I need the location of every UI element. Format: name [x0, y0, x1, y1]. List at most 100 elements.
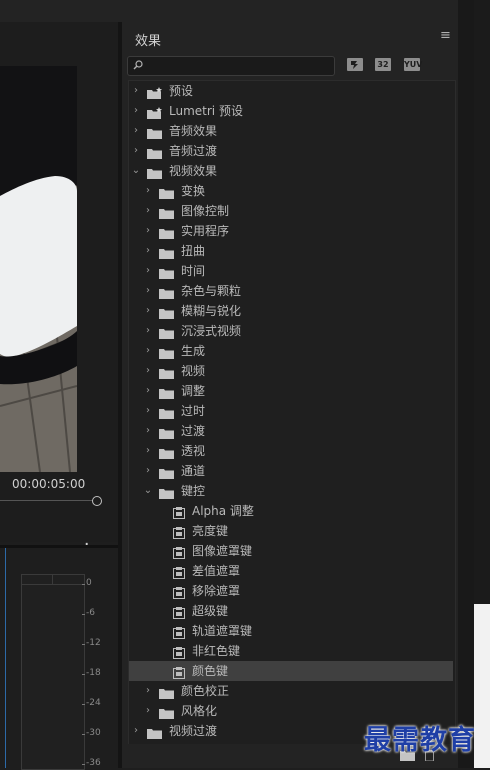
- accelerated-effects-icon[interactable]: [347, 58, 363, 71]
- chevron-right-icon[interactable]: ›: [131, 721, 141, 741]
- chevron-right-icon[interactable]: ›: [143, 261, 153, 281]
- background-area: [474, 0, 490, 768]
- folder-item[interactable]: › 音频效果: [129, 121, 453, 141]
- meter-peak-line: [22, 584, 84, 585]
- program-monitor: 00:00:05:00 +: [0, 22, 118, 556]
- 32bit-color-icon[interactable]: 32: [375, 58, 391, 71]
- tree-item-label: 实用程序: [181, 224, 230, 238]
- chevron-right-icon[interactable]: ›: [143, 341, 153, 361]
- chevron-right-icon[interactable]: ›: [143, 301, 153, 321]
- chevron-right-icon[interactable]: ›: [143, 221, 153, 241]
- folder-item[interactable]: › 过渡: [129, 421, 453, 441]
- video-frame-image: [0, 66, 77, 472]
- timeline-edge: [0, 548, 6, 768]
- tree-item-label: 过时: [181, 404, 206, 418]
- chevron-right-icon[interactable]: ›: [131, 141, 141, 161]
- folder-item[interactable]: › 音频过渡: [129, 141, 453, 161]
- tree-item-label: 颜色键: [192, 664, 229, 678]
- folder-item[interactable]: › 时间: [129, 261, 453, 281]
- effect-item[interactable]: 超级键: [129, 601, 453, 621]
- chevron-right-icon[interactable]: ›: [131, 81, 141, 101]
- tree-item-label: 轨道遮罩键: [192, 624, 253, 638]
- folder-item[interactable]: › 透视: [129, 441, 453, 461]
- folder-item[interactable]: › 扭曲: [129, 241, 453, 261]
- audio-meter: [21, 574, 85, 770]
- tree-item-label: 透视: [181, 444, 206, 458]
- tree-item-label: 扭曲: [181, 244, 206, 258]
- meter-tick: -18: [82, 668, 101, 678]
- hamburger-menu-icon[interactable]: ≡: [440, 28, 451, 43]
- tree-item-label: 移除遮罩: [192, 584, 241, 598]
- folder-item[interactable]: › 调整: [129, 381, 453, 401]
- folder-item[interactable]: ⌄ 键控: [129, 481, 453, 501]
- effect-item[interactable]: 颜色键: [129, 661, 453, 681]
- chevron-right-icon[interactable]: ›: [143, 181, 153, 201]
- tree-item-label: Alpha 调整: [192, 504, 254, 518]
- chevron-right-icon[interactable]: ›: [143, 201, 153, 221]
- chevron-down-icon[interactable]: ⌄: [131, 161, 141, 181]
- search-input[interactable]: [127, 56, 335, 76]
- folder-item[interactable]: › 模糊与锐化: [129, 301, 453, 321]
- folder-item[interactable]: › 沉浸式视频: [129, 321, 453, 341]
- chevron-right-icon[interactable]: ›: [143, 361, 153, 381]
- yuv-effects-icon[interactable]: YUV: [404, 58, 422, 71]
- dark-edge: [474, 0, 490, 604]
- tree-item-label: 沉浸式视频: [181, 324, 242, 338]
- scrollbar-track[interactable]: [458, 0, 474, 768]
- timecode[interactable]: 00:00:05:00: [12, 477, 85, 491]
- tree-item-label: 超级键: [192, 604, 229, 618]
- tree-item-label: 风格化: [181, 704, 218, 718]
- tree-item-label: 视频过渡: [169, 724, 218, 738]
- folder-item[interactable]: › 颜色校正: [129, 681, 453, 701]
- playhead-handle[interactable]: [92, 496, 102, 506]
- chevron-right-icon[interactable]: ›: [143, 281, 153, 301]
- meter-tick: -12: [82, 638, 101, 648]
- chevron-right-icon[interactable]: ›: [143, 701, 153, 721]
- chevron-right-icon[interactable]: ›: [143, 681, 153, 701]
- chevron-right-icon[interactable]: ›: [131, 101, 141, 121]
- effect-item[interactable]: 轨道遮罩键: [129, 621, 453, 641]
- effect-item[interactable]: Alpha 调整: [129, 501, 453, 521]
- folder-item[interactable]: ⌄ 视频效果: [129, 161, 453, 181]
- chevron-down-icon[interactable]: ⌄: [143, 481, 153, 501]
- folder-item[interactable]: › 生成: [129, 341, 453, 361]
- folder-item[interactable]: › 预设: [129, 81, 453, 101]
- effect-item[interactable]: 非红色键: [129, 641, 453, 661]
- tree-item-label: 生成: [181, 344, 206, 358]
- chevron-right-icon[interactable]: ›: [143, 461, 153, 481]
- chevron-right-icon[interactable]: ›: [131, 121, 141, 141]
- chevron-right-icon[interactable]: ›: [143, 401, 153, 421]
- effect-item[interactable]: 差值遮罩: [129, 561, 453, 581]
- tree-item-label: 调整: [181, 384, 206, 398]
- tree-item-label: 音频过渡: [169, 144, 218, 158]
- folder-icon: [147, 725, 162, 745]
- meter-tick: -30: [82, 728, 101, 738]
- effect-item[interactable]: 图像遮罩键: [129, 541, 453, 561]
- folder-item[interactable]: › 实用程序: [129, 221, 453, 241]
- effects-panel-title[interactable]: 效果: [135, 30, 161, 49]
- effect-item[interactable]: 移除遮罩: [129, 581, 453, 601]
- effects-panel: 效果 ≡ 32 YUV › 预设 › Lumetri 预设 › 音频效果 › 音频过渡 ⌄ 视频效…: [122, 22, 458, 768]
- tree-item-label: 杂色与颗粒: [181, 284, 242, 298]
- folder-item[interactable]: › 图像控制: [129, 201, 453, 221]
- tree-item-label: 过渡: [181, 424, 206, 438]
- tree-item-label: 模糊与锐化: [181, 304, 242, 318]
- folder-item[interactable]: › Lumetri 预设: [129, 101, 453, 121]
- folder-item[interactable]: › 通道: [129, 461, 453, 481]
- chevron-right-icon[interactable]: ›: [143, 321, 153, 341]
- folder-item[interactable]: › 视频: [129, 361, 453, 381]
- meter-tick: -6: [82, 608, 95, 618]
- tree-item-label: 图像控制: [181, 204, 230, 218]
- chevron-right-icon[interactable]: ›: [143, 241, 153, 261]
- chevron-right-icon[interactable]: ›: [143, 381, 153, 401]
- folder-item[interactable]: › 过时: [129, 401, 453, 421]
- chevron-right-icon[interactable]: ›: [143, 441, 153, 461]
- top-bar: [0, 0, 490, 22]
- tree-item-label: 非红色键: [192, 644, 241, 658]
- playhead-track[interactable]: [0, 500, 97, 501]
- effect-item[interactable]: 亮度键: [129, 521, 453, 541]
- folder-item[interactable]: › 杂色与颗粒: [129, 281, 453, 301]
- folder-item[interactable]: › 变换: [129, 181, 453, 201]
- tree-item-label: 视频效果: [169, 164, 218, 178]
- chevron-right-icon[interactable]: ›: [143, 421, 153, 441]
